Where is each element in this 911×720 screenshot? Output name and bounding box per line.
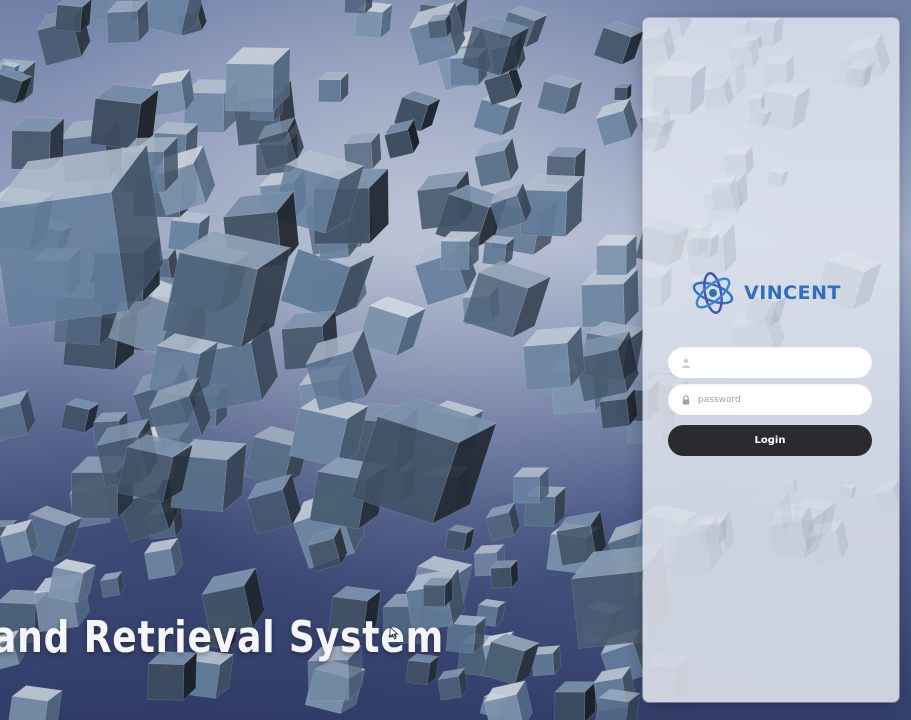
brand-logo: VINCENT [688, 268, 841, 318]
bg-cube [99, 570, 125, 598]
vincent-logo-icon [692, 272, 734, 314]
bg-cube [554, 681, 597, 720]
panel-cube [766, 166, 790, 188]
bg-cube [444, 524, 476, 553]
bg-cube [0, 389, 36, 443]
bg-cube [537, 74, 584, 116]
panel-cube [735, 20, 750, 35]
login-panel: VINCENT Login [643, 18, 899, 702]
bg-cube [613, 82, 633, 101]
panel-cube [722, 145, 755, 178]
user-icon [682, 358, 690, 368]
lock-icon [682, 394, 690, 404]
panel-cube [651, 61, 707, 116]
bg-cube [473, 137, 520, 187]
panel-cube [747, 93, 766, 113]
bg-cube [224, 47, 291, 113]
bg-cube [483, 679, 533, 720]
system-title: and Retrieval System [0, 612, 445, 663]
panel-cube [780, 477, 798, 496]
bg-cube [47, 558, 97, 604]
brand-name: VINCENT [744, 282, 841, 304]
bg-cube [512, 466, 550, 504]
bg-cube [6, 685, 63, 720]
panel-cube [744, 33, 764, 54]
password-field[interactable] [668, 384, 872, 415]
bg-cube [440, 231, 480, 271]
bg-cube [60, 398, 100, 434]
bg-cube [422, 577, 454, 608]
bg-cube [595, 97, 638, 147]
panel-cube [873, 479, 899, 515]
username-input[interactable] [698, 357, 858, 368]
bg-cube [437, 667, 468, 701]
bg-cube [318, 71, 350, 103]
bg-cube [485, 502, 521, 542]
panel-cube [708, 60, 746, 99]
bg-cube [143, 537, 183, 581]
panel-cube [690, 510, 735, 558]
bg-cube [593, 20, 645, 66]
mouse-cursor-icon [389, 626, 399, 640]
bg-cube [105, 0, 150, 44]
bg-cube [580, 268, 640, 328]
bg-cube [489, 559, 519, 589]
username-field[interactable] [668, 347, 872, 378]
login-screen: and Retrieval System VINCENT Login [0, 0, 911, 720]
login-button[interactable]: Login [668, 425, 872, 456]
panel-cube [643, 266, 672, 307]
bg-cube [595, 234, 638, 276]
password-input[interactable] [698, 394, 858, 405]
panel-cube [838, 483, 858, 500]
